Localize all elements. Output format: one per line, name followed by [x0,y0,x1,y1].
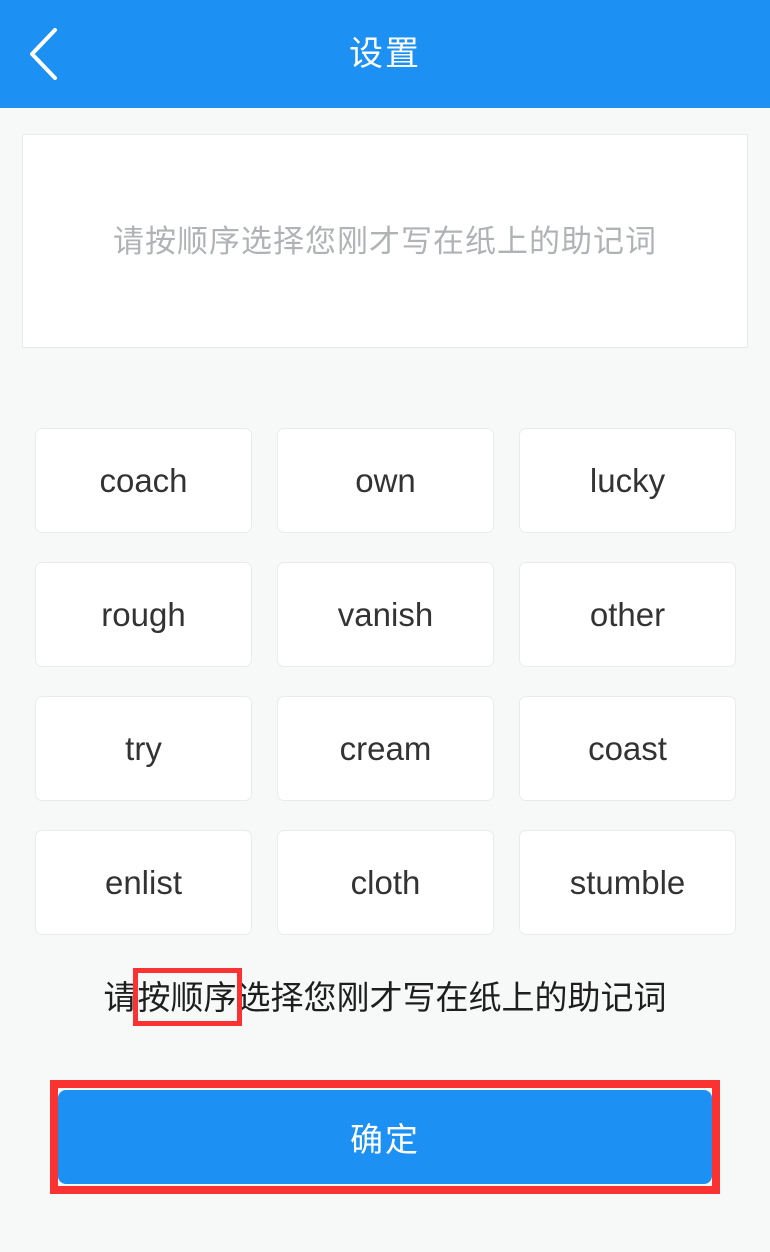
instruction-hint-text: 请按顺序选择您刚才写在纸上的助记词 [103,967,667,1026]
word-card-label: rough [101,596,186,633]
word-card[interactable]: rough [35,562,252,667]
hint-highlight-annotation: 按顺序 [132,967,242,1026]
word-card-label: other [589,596,666,633]
word-card[interactable]: coach [35,428,252,533]
word-card[interactable]: enlist [35,830,252,935]
word-card[interactable]: other [519,562,736,667]
confirm-button[interactable]: 确定 [58,1090,712,1184]
word-card-label: try [125,730,162,767]
word-card[interactable]: stumble [519,830,736,935]
hint-prefix: 请 [103,978,137,1016]
word-card-label: lucky [589,462,666,499]
word-card-label: coach [99,462,188,499]
app-header: 设置 [0,0,770,108]
instruction-hint: 请按顺序选择您刚才写在纸上的助记词 [0,967,770,1026]
mnemonic-word-grid: coach own lucky rough vanish other try c… [35,428,736,935]
chevron-left-icon [26,27,60,81]
word-card-label: own [355,462,416,499]
word-card-label: enlist [104,864,183,901]
word-card-label: vanish [337,596,434,633]
mnemonic-answer-placeholder: 请按顺序选择您刚才写在纸上的助记词 [113,223,657,259]
word-card[interactable]: cream [277,696,494,801]
word-card[interactable]: try [35,696,252,801]
word-card-label: cloth [350,864,421,901]
word-card[interactable]: lucky [519,428,736,533]
word-card-label: coast [588,730,667,767]
word-card[interactable]: vanish [277,562,494,667]
word-card[interactable]: coast [519,696,736,801]
page-title: 设置 [349,35,421,73]
back-button[interactable] [0,0,86,108]
word-card-label: cream [339,730,432,767]
word-card[interactable]: cloth [277,830,494,935]
mnemonic-answer-box[interactable]: 请按顺序选择您刚才写在纸上的助记词 [22,134,748,348]
word-card-label: stumble [569,864,686,901]
hint-suffix: 选择您刚才写在纸上的助记词 [237,978,667,1016]
word-card[interactable]: own [277,428,494,533]
